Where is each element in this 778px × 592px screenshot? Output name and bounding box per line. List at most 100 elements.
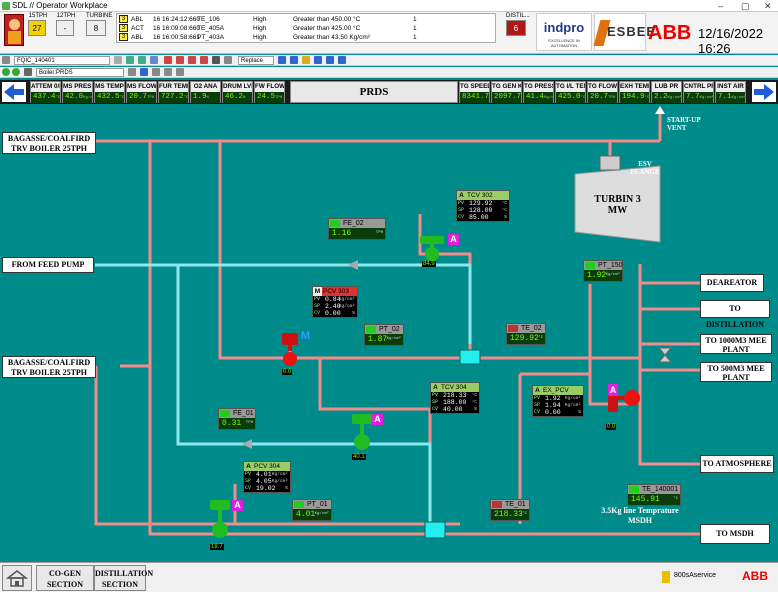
copy-icon[interactable] <box>152 68 160 76</box>
controller-mode: A <box>246 463 251 470</box>
close-view-icon[interactable] <box>338 56 346 64</box>
alarm-row[interactable]: 3 ABL 16 16:24:12:660 TE_106 High Greate… <box>117 15 495 24</box>
alarm-header: 15TPH 27 12TPH - TURBINE 8 3 ABL 16 16:2… <box>0 12 778 56</box>
control-valve-tcv302[interactable]: A 84.9 <box>418 234 462 270</box>
mode-badge: A <box>608 384 618 396</box>
value-cell[interactable]: TG FLOW 20.7TPH <box>587 81 618 103</box>
alarm-row[interactable]: 3 ABL 16 16:00:58:661 PT_403A High Great… <box>117 33 495 42</box>
chart-icon[interactable] <box>150 56 158 64</box>
controller-tcv304[interactable]: A TCV 304 PV 218.33 °C SP 188.00 °C CV 40.00% <box>430 382 480 414</box>
value-cell[interactable]: FW FLOW 24.5TPH <box>254 81 285 103</box>
control-valve-pcv304[interactable]: A 18.7 <box>208 498 252 554</box>
tag-te02[interactable]: TE_02 129.92 °C <box>506 323 546 345</box>
minimize-button[interactable]: – <box>718 0 723 12</box>
value-cell[interactable]: CNTRL PR 7.7Kg/cm² <box>683 81 714 103</box>
value-cell[interactable]: INST AIR 7.1Kg/cm² <box>715 81 746 103</box>
control-valve-ex-pcv[interactable]: A 0.0 <box>604 382 648 438</box>
value-cell[interactable]: TG I/L TEM425.0°C <box>555 81 586 103</box>
value-cell[interactable]: TG GEN KW2097.7KW <box>491 81 522 103</box>
startup-vent-label: START-UP VENT <box>667 116 701 132</box>
value-cell[interactable]: MS FLOW 20.7TPH <box>126 81 157 103</box>
esbee-logo: ESBEE <box>593 13 655 51</box>
esv-flange <box>599 155 621 171</box>
value-cell[interactable]: ATTEM 0/L 437.4°C <box>30 81 61 103</box>
tag-pt01[interactable]: PT_01 4.01 Kg/cm² <box>292 499 332 521</box>
status-indicator <box>220 410 230 417</box>
value-cell[interactable]: MS TEMP 432.5°C <box>94 81 125 103</box>
tag-te140001[interactable]: TE_140001 145.91 °C <box>627 484 681 506</box>
nav-forward-icon[interactable] <box>12 68 20 76</box>
value-label: EXH TEMP <box>620 82 649 92</box>
value-reading: 8341.7 <box>462 93 489 101</box>
nav-distillation-section[interactable]: DISTILLATION SECTION <box>94 565 153 591</box>
execute-icon[interactable] <box>278 56 286 64</box>
help-icon[interactable] <box>326 56 334 64</box>
controller-pcv303[interactable]: M PCV 303 PV 0.84 Kg/cm² SP 2.40 Kg/cm² CV 0.0… <box>312 286 358 318</box>
tag-fe01[interactable]: FE_01 0.31 TPH <box>218 408 256 430</box>
value-label: DRUM LVL <box>223 82 252 92</box>
back-icon[interactable] <box>114 56 122 64</box>
path-go-icon[interactable] <box>128 68 136 76</box>
search-icon[interactable] <box>164 56 172 64</box>
controller-pcv304[interactable]: A PCV 304 PV 4.01 Kg/cm² SP 4.05 Kg/cm² CV 19.… <box>243 461 291 493</box>
value-cell[interactable]: O2 ANA 1.9% <box>190 81 221 103</box>
trend-icon[interactable] <box>200 56 208 64</box>
counter-value: 27 <box>28 20 46 36</box>
close-button[interactable]: ✕ <box>764 0 772 12</box>
nav-cogen-section[interactable]: CO-GEN SECTION <box>36 565 94 591</box>
tag-unit: TPH <box>245 421 253 425</box>
unit: % <box>474 407 477 412</box>
filter-icon[interactable] <box>176 56 184 64</box>
replace-dropdown[interactable]: Replace <box>238 56 274 65</box>
next-page-button[interactable] <box>752 82 776 102</box>
path-input[interactable]: Boiler:PRDS <box>36 68 124 77</box>
tag-pt02[interactable]: PT_02 1.87 Kg/cm² <box>364 324 404 346</box>
controller-ex-pcv[interactable]: A EX_PCV PV 1.92 Kg/cm² SP 1.94 Kg/cm² CV 0.00… <box>532 385 584 417</box>
output-dearator: DEAREATOR <box>700 274 764 292</box>
counter-turbine[interactable]: TURBINE 8 <box>86 13 112 36</box>
value-cell[interactable]: TG SPEED8341.7RPM <box>459 81 490 103</box>
window-icon[interactable] <box>2 56 10 64</box>
value-cell[interactable]: FUR TEMP 727.2°C <box>158 81 189 103</box>
view-icon[interactable] <box>176 68 184 76</box>
object-selector[interactable]: FQIC_140401 <box>14 56 110 65</box>
alarm-row[interactable]: 3 ACT 16 16:09:08:660 TE_405A High Great… <box>117 24 495 33</box>
refresh-icon[interactable] <box>314 56 322 64</box>
report-icon[interactable] <box>188 56 196 64</box>
counter-12tph[interactable]: 12TPH - <box>56 13 76 36</box>
print-icon[interactable] <box>164 68 172 76</box>
home-button[interactable] <box>2 565 32 591</box>
value-cell[interactable]: TG PRESS41.4Kg/cm² <box>523 81 554 103</box>
value-cell[interactable]: LUB PR 2.2Kg/cm² <box>651 81 682 103</box>
tag-pt150[interactable]: PT_150 1.92 Kg/cm² <box>583 260 623 282</box>
prev-page-button[interactable] <box>2 82 26 102</box>
value-cell[interactable]: DRUM LVL 46.2% <box>222 81 253 103</box>
controller-tcv302[interactable]: A TCV 302 PV 129.92 °C SP 128.00 °C CV 85.00% <box>456 190 510 222</box>
valve-output: 0.0 <box>606 424 617 430</box>
counter-15tph[interactable]: 15TPH 27 <box>28 13 48 36</box>
control-valve-tcv304[interactable]: A 40.1 <box>350 412 394 464</box>
save-icon[interactable] <box>212 56 220 64</box>
control-valve-pcv303[interactable]: M 0.0 <box>280 331 324 377</box>
grid-icon[interactable] <box>138 56 146 64</box>
unit: Kg/cm² <box>564 403 581 408</box>
home-icon[interactable] <box>24 68 32 76</box>
manual-valve[interactable] <box>657 347 673 363</box>
maximize-button[interactable]: ▢ <box>741 0 750 12</box>
settings-icon[interactable] <box>290 56 298 64</box>
value-unit: % <box>243 96 246 100</box>
unit: % <box>578 410 581 415</box>
desuperheater <box>424 521 446 539</box>
counter-distil[interactable]: DISTIL... 6 <box>506 13 530 36</box>
tag-fe02[interactable]: FE_02 1.16 TPH <box>328 218 386 240</box>
list-icon[interactable] <box>126 56 134 64</box>
cut-icon[interactable] <box>224 56 232 64</box>
tag-te01[interactable]: TE_01 218.33 °C <box>490 499 530 521</box>
favorite-icon[interactable] <box>302 56 310 64</box>
value-cell[interactable]: MS PRESS42.0Kg/cm² <box>62 81 93 103</box>
value-cell[interactable]: EXH TEMP 194.9°C <box>619 81 650 103</box>
pin-icon[interactable] <box>140 68 148 76</box>
nav-back-icon[interactable] <box>2 68 10 76</box>
toolbar-nav: Boiler:PRDS <box>0 67 778 78</box>
current-user[interactable]: 800sAservice <box>674 572 716 579</box>
